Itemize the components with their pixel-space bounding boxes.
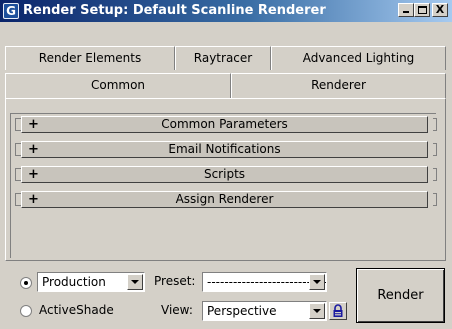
rollout-bracket <box>433 168 437 181</box>
maximize-icon <box>418 6 427 14</box>
window-title: Render Setup: Default Scanline Renderer <box>23 3 326 18</box>
minimize-button[interactable] <box>398 3 414 17</box>
rollout-email-notifications[interactable]: + Email Notifications <box>21 141 428 158</box>
rollout-label: Assign Renderer <box>175 192 274 206</box>
minimize-icon <box>403 11 409 13</box>
rollout-label: Scripts <box>203 167 246 181</box>
rollout-label: Common Parameters <box>161 117 288 131</box>
rollout-bracket <box>433 118 437 131</box>
close-button[interactable]: X <box>432 3 448 17</box>
rollout-label: Email Notifications <box>168 142 281 156</box>
activeshade-label[interactable]: ActiveShade <box>39 303 114 317</box>
production-radio[interactable] <box>20 277 32 289</box>
tab-render-elements[interactable]: Render Elements <box>5 46 175 70</box>
rollout-bracket <box>433 193 437 206</box>
maximize-button[interactable] <box>414 3 430 17</box>
chevron-down-icon[interactable] <box>309 274 325 290</box>
title-bar[interactable]: G Render Setup: Default Scanline Rendere… <box>0 0 452 22</box>
tab-raytracer[interactable]: Raytracer <box>175 46 271 70</box>
tab-common[interactable]: Common <box>5 73 231 98</box>
rollout-assign-renderer[interactable]: + Assign Renderer <box>21 191 428 208</box>
render-setup-icon[interactable]: G <box>3 3 19 19</box>
chevron-down-icon[interactable] <box>127 274 143 290</box>
view-label: View: <box>161 303 193 317</box>
view-dropdown[interactable]: Perspective <box>202 301 327 321</box>
rollout-scroll-area <box>10 113 436 258</box>
render-button[interactable]: Render <box>356 268 445 323</box>
production-dropdown-value: Production <box>42 275 106 289</box>
lock-icon <box>333 304 343 317</box>
rollout-bracket <box>433 143 437 156</box>
lock-view-button[interactable] <box>329 302 347 320</box>
view-dropdown-value: Perspective <box>207 304 277 318</box>
production-dropdown[interactable]: Production <box>37 272 145 292</box>
activeshade-radio[interactable] <box>20 305 32 317</box>
tab-advanced-lighting[interactable]: Advanced Lighting <box>271 46 446 70</box>
chevron-down-icon[interactable] <box>309 303 325 319</box>
preset-dropdown[interactable]: ---------------------------- <box>202 272 327 292</box>
preset-label: Preset: <box>154 274 196 288</box>
rollout-scripts[interactable]: + Scripts <box>21 166 428 183</box>
tab-renderer[interactable]: Renderer <box>231 73 446 98</box>
rollout-common-parameters[interactable]: + Common Parameters <box>21 116 428 133</box>
